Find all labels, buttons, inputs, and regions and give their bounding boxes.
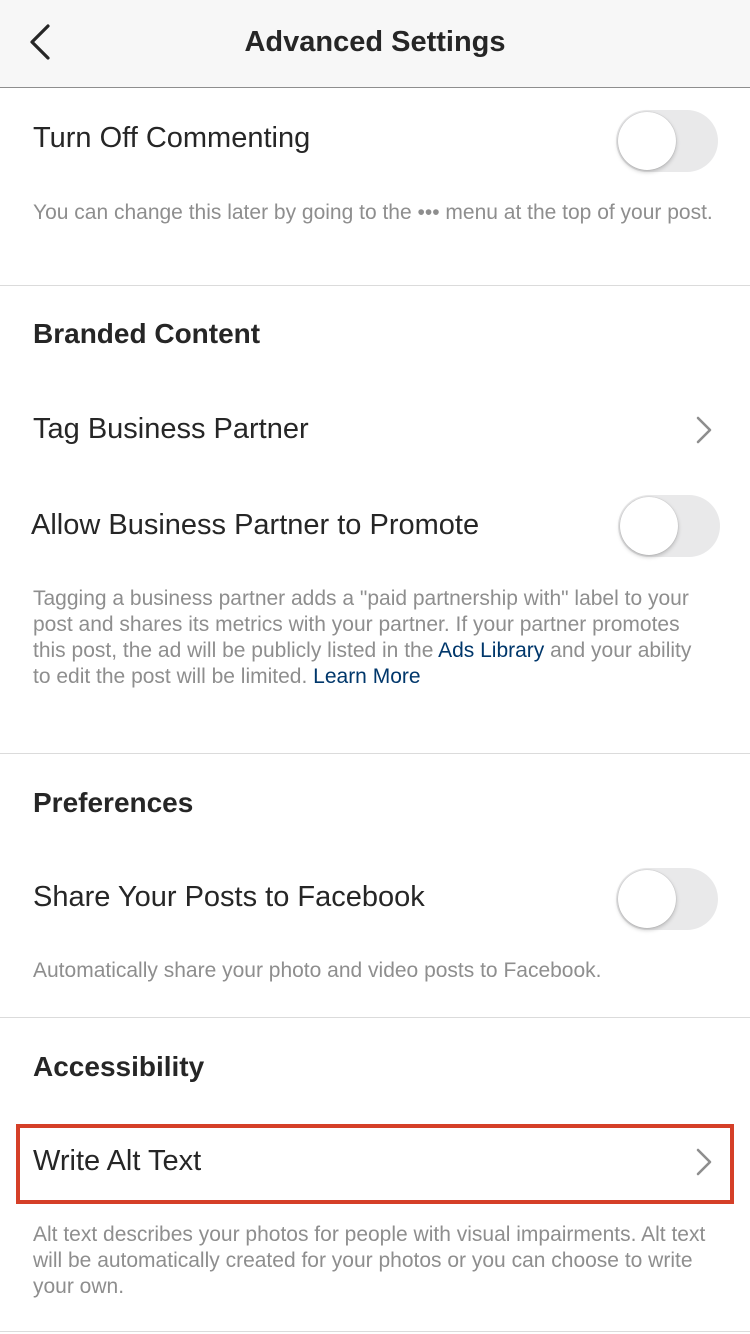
accessibility-heading: Accessibility bbox=[33, 1051, 205, 1082]
share-to-facebook-label: Share Your Posts to Facebook bbox=[33, 881, 425, 913]
toggle-knob bbox=[620, 497, 678, 555]
divider bbox=[0, 1331, 750, 1332]
branded-content-description: Tagging a business partner adds a "paid … bbox=[33, 587, 692, 688]
divider bbox=[0, 285, 750, 286]
toggle-knob bbox=[618, 870, 676, 928]
divider bbox=[0, 753, 750, 754]
alt-text-description: Alt text describes your photos for peopl… bbox=[33, 1223, 706, 1298]
preferences-heading: Preferences bbox=[33, 787, 194, 818]
turn-off-commenting-label: Turn Off Commenting bbox=[33, 122, 311, 154]
turn-off-commenting-toggle[interactable] bbox=[616, 110, 718, 172]
turn-off-commenting-description: You can change this later by going to th… bbox=[33, 201, 713, 224]
navigation-bar: Advanced Settings bbox=[0, 0, 750, 88]
share-to-facebook-toggle[interactable] bbox=[616, 868, 718, 930]
page-title: Advanced Settings bbox=[244, 26, 506, 58]
learn-more-link[interactable]: Learn More bbox=[313, 665, 420, 688]
tag-business-partner-label: Tag Business Partner bbox=[33, 413, 309, 445]
allow-business-partner-promote-label: Allow Business Partner to Promote bbox=[31, 509, 480, 541]
chevron-right-icon bbox=[696, 416, 712, 444]
ads-library-link[interactable]: Ads Library bbox=[438, 639, 544, 662]
toggle-knob bbox=[618, 112, 676, 170]
allow-business-partner-promote-toggle[interactable] bbox=[618, 495, 720, 557]
more-dots-icon: ••• bbox=[417, 201, 440, 224]
branded-content-heading: Branded Content bbox=[33, 318, 261, 349]
highlight-box bbox=[16, 1124, 734, 1204]
share-to-facebook-description: Automatically share your photo and video… bbox=[33, 959, 602, 982]
divider bbox=[0, 1017, 750, 1018]
